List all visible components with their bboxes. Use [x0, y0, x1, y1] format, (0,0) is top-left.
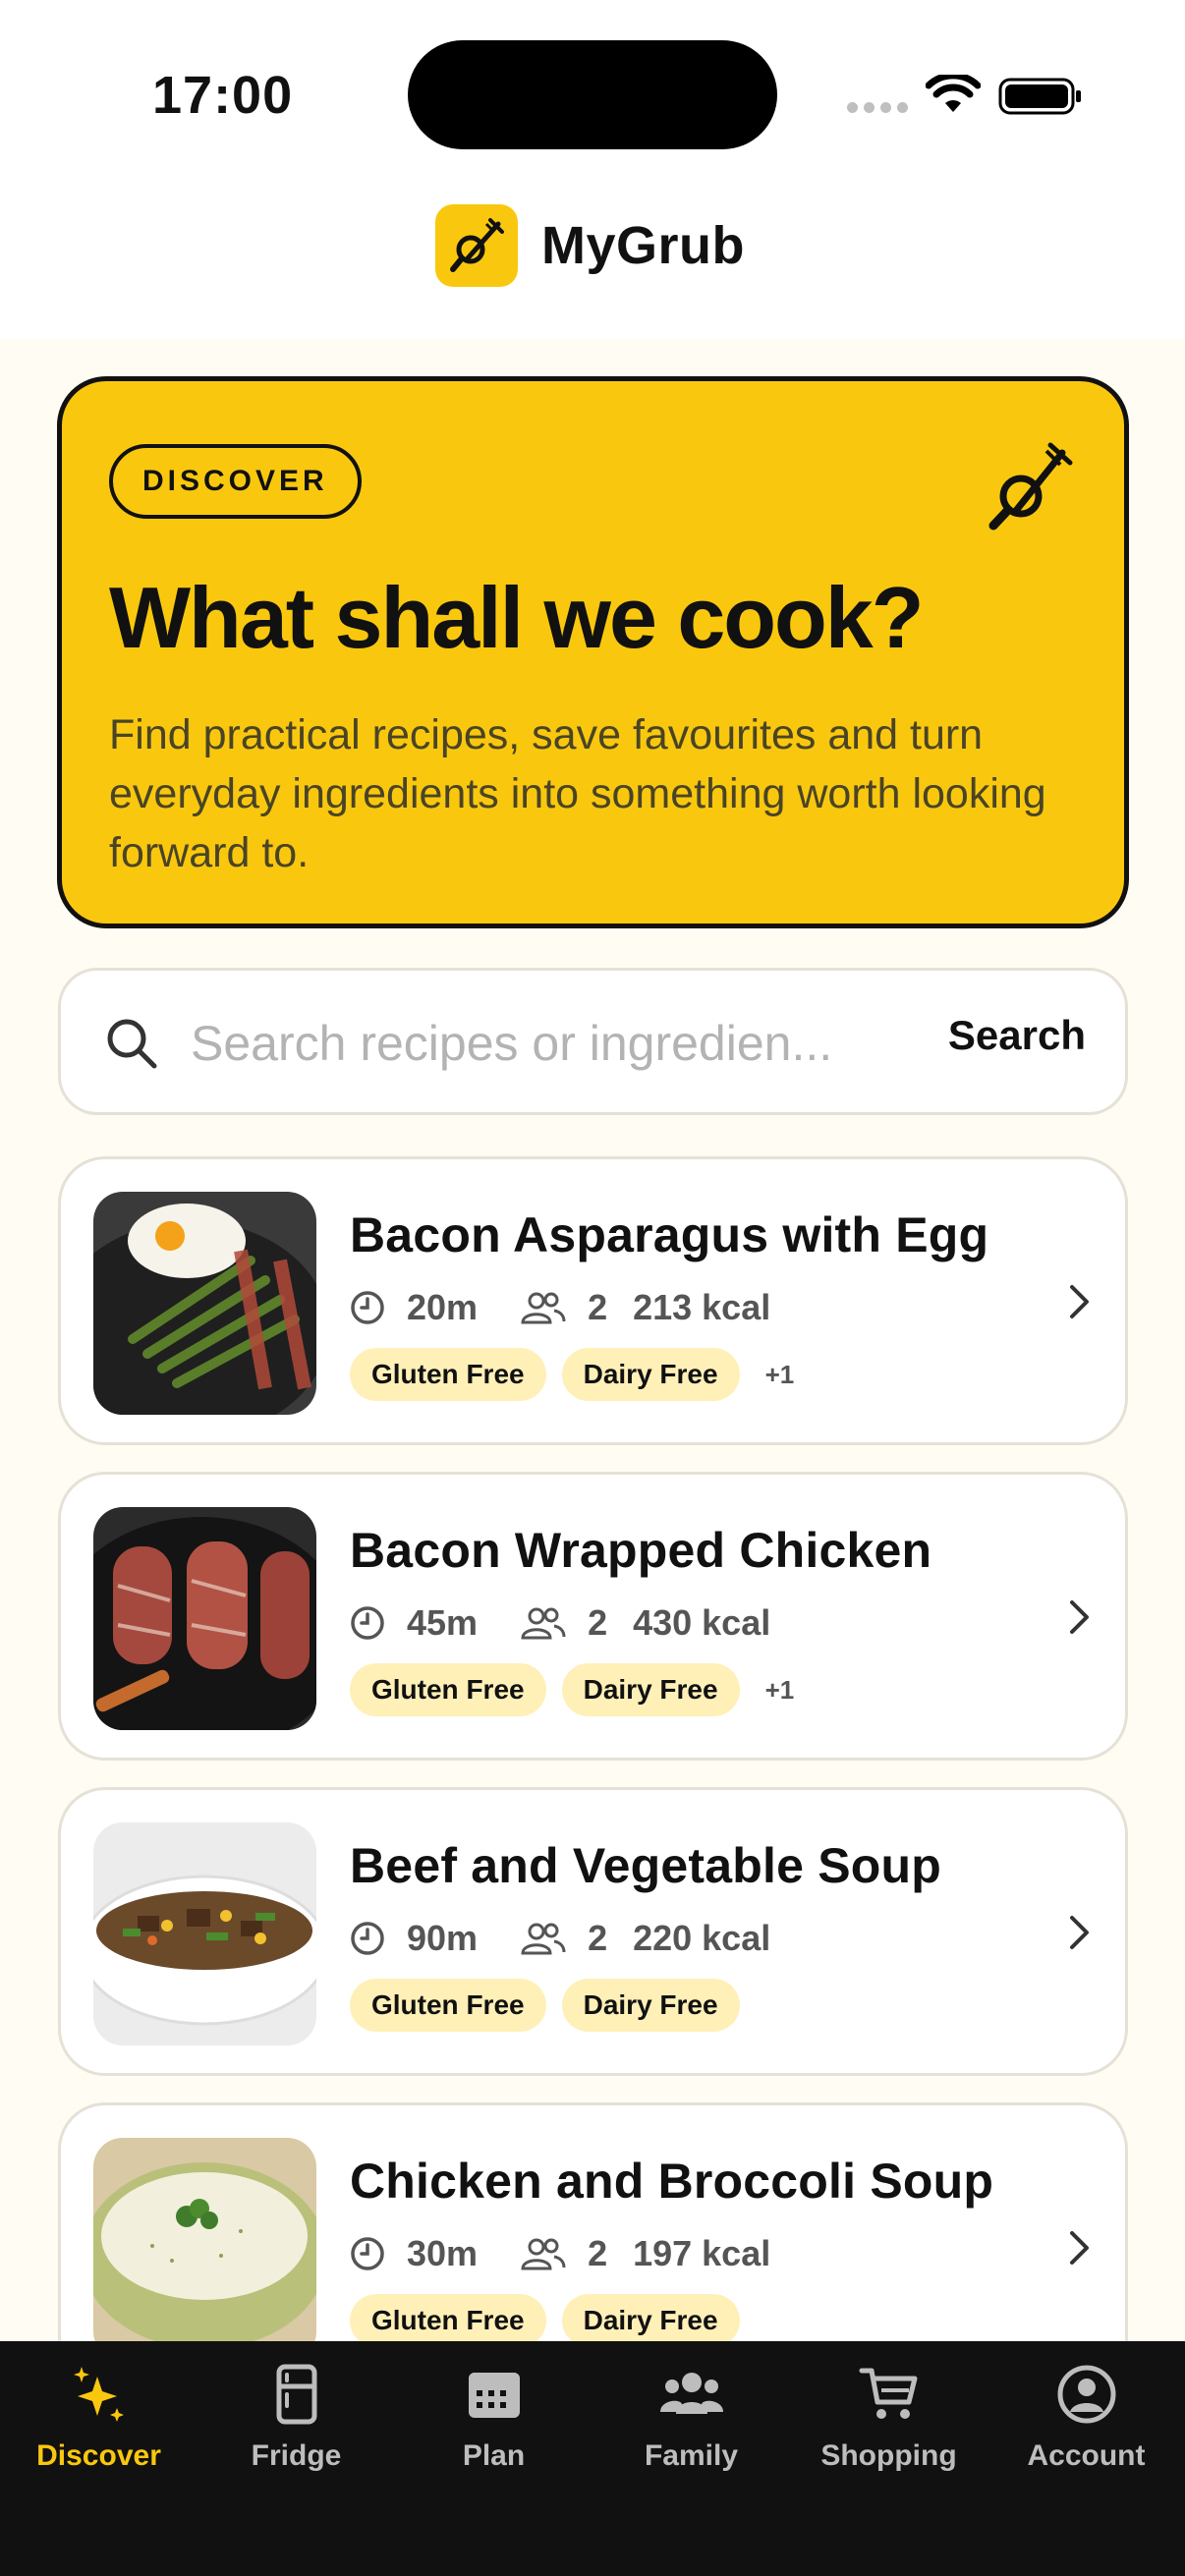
fridge-icon [276, 2364, 316, 2425]
tag-dairy-free: Dairy Free [561, 1979, 740, 2032]
search-icon [107, 1019, 157, 1069]
search-bar: Search [58, 968, 1128, 1115]
nav-label: Account [1027, 2439, 1146, 2472]
recipe-time: 45m [407, 1602, 479, 1643]
sparkles-icon [73, 2367, 124, 2422]
nav-label: Shopping [820, 2439, 957, 2472]
recipe-title: Chicken and Broccoli Soup [350, 2154, 994, 2209]
brand: MyGrub [435, 204, 745, 287]
fork-spoon-icon [988, 442, 1073, 531]
recipe-calories: 220 kcal [633, 1918, 771, 1958]
nav-label: Fridge [251, 2439, 342, 2472]
tag-gluten-free: Gluten Free [350, 1979, 546, 2032]
tag-gluten-free: Gluten Free [350, 2294, 546, 2341]
recipe-calories: 197 kcal [633, 2233, 771, 2273]
clock-icon [351, 1606, 384, 1640]
clock-icon [351, 1922, 384, 1955]
clock-icon [351, 2237, 384, 2270]
recipe-meta: 45m 2 430 kcal [350, 1602, 770, 1644]
tag-dairy-free: Dairy Free [561, 2294, 740, 2341]
search-input[interactable] [191, 1006, 977, 1081]
family-icon [659, 2373, 723, 2414]
recipe-card[interactable]: Beef and Vegetable Soup 90m 2 220 kcal G… [58, 1787, 1128, 2076]
recipe-meta: 90m 2 220 kcal [350, 1918, 770, 1959]
recipe-image [93, 1822, 316, 2045]
recipe-title: Beef and Vegetable Soup [350, 1838, 941, 1893]
cellular-signal-icon [847, 102, 908, 113]
recipe-image [93, 1192, 316, 1415]
recipe-calories: 213 kcal [633, 1287, 771, 1327]
recipe-servings: 2 [588, 1287, 608, 1327]
app-header: 17:00 MyGrub [0, 0, 1185, 339]
fork-spoon-logo-icon [435, 204, 518, 287]
recipe-meta: 20m 2 213 kcal [350, 1287, 770, 1328]
search-button[interactable]: Search [948, 1012, 1086, 1059]
status-time: 17:00 [152, 66, 294, 125]
wifi-icon [926, 75, 981, 112]
account-icon [1057, 2365, 1115, 2424]
recipe-card[interactable]: Bacon Wrapped Chicken 45m 2 430 kcal Glu… [58, 1472, 1128, 1761]
recipe-title: Bacon Asparagus with Egg [350, 1207, 989, 1262]
servings-icon [521, 1607, 566, 1640]
recipe-image [93, 2138, 316, 2341]
nav-label: Discover [36, 2439, 161, 2472]
recipe-card[interactable]: Chicken and Broccoli Soup 30m 2 197 kcal… [58, 2102, 1128, 2341]
tag-dairy-free: Dairy Free [561, 1348, 740, 1401]
recipe-servings: 2 [588, 2233, 608, 2273]
recipe-servings: 2 [588, 1602, 608, 1643]
recipe-list: Bacon Asparagus with Egg 20m 2 213 kcal … [58, 1156, 1128, 2341]
discover-badge: DISCOVER [109, 444, 362, 519]
recipe-tags: Gluten Free Dairy Free [350, 1979, 740, 2032]
servings-icon [521, 1923, 566, 1955]
recipe-meta: 30m 2 197 kcal [350, 2233, 770, 2274]
more-tags-count: +1 [764, 1359, 795, 1389]
recipe-time: 90m [407, 1918, 479, 1958]
nav-label: Family [644, 2439, 739, 2472]
servings-icon [521, 2238, 566, 2270]
cart-icon [859, 2368, 917, 2419]
hero-title: What shall we cook? [109, 569, 924, 666]
tag-dairy-free: Dairy Free [561, 1663, 740, 1716]
tag-gluten-free: Gluten Free [350, 1663, 546, 1716]
chevron-right-icon [1070, 1285, 1089, 1318]
nav-plan[interactable]: Plan [395, 2341, 592, 2498]
recipe-time: 20m [407, 1287, 479, 1327]
recipe-tags: Gluten Free Dairy Free +1 [350, 1348, 794, 1401]
nav-fridge[interactable]: Fridge [198, 2341, 395, 2498]
recipe-servings: 2 [588, 1918, 608, 1958]
recipe-time: 30m [407, 2233, 479, 2273]
bottom-nav: Discover Fridge Plan Family Shopping Acc… [0, 2341, 1185, 2576]
discover-hero-card: DISCOVER What shall we cook? Find practi… [57, 376, 1129, 928]
nav-family[interactable]: Family [592, 2341, 790, 2498]
nav-discover[interactable]: Discover [0, 2341, 198, 2498]
recipe-card[interactable]: Bacon Asparagus with Egg 20m 2 213 kcal … [58, 1156, 1128, 1445]
app-name: MyGrub [541, 216, 746, 275]
dynamic-island [408, 40, 777, 149]
clock-icon [351, 1291, 384, 1324]
nav-shopping[interactable]: Shopping [790, 2341, 988, 2498]
nav-account[interactable]: Account [988, 2341, 1185, 2498]
recipe-tags: Gluten Free Dairy Free +1 [350, 1663, 794, 1716]
more-tags-count: +1 [764, 1674, 795, 1705]
chevron-right-icon [1070, 1916, 1089, 1949]
chevron-right-icon [1070, 1600, 1089, 1634]
recipe-title: Bacon Wrapped Chicken [350, 1523, 932, 1578]
calendar-icon [468, 2373, 520, 2418]
recipe-calories: 430 kcal [633, 1602, 771, 1643]
battery-icon [998, 78, 1081, 115]
nav-label: Plan [462, 2439, 526, 2472]
tag-gluten-free: Gluten Free [350, 1348, 546, 1401]
recipe-image [93, 1507, 316, 1730]
chevron-right-icon [1070, 2231, 1089, 2265]
servings-icon [521, 1292, 566, 1324]
hero-subtitle: Find practical recipes, save favourites … [109, 711, 1046, 876]
recipe-tags: Gluten Free Dairy Free [350, 2294, 740, 2341]
